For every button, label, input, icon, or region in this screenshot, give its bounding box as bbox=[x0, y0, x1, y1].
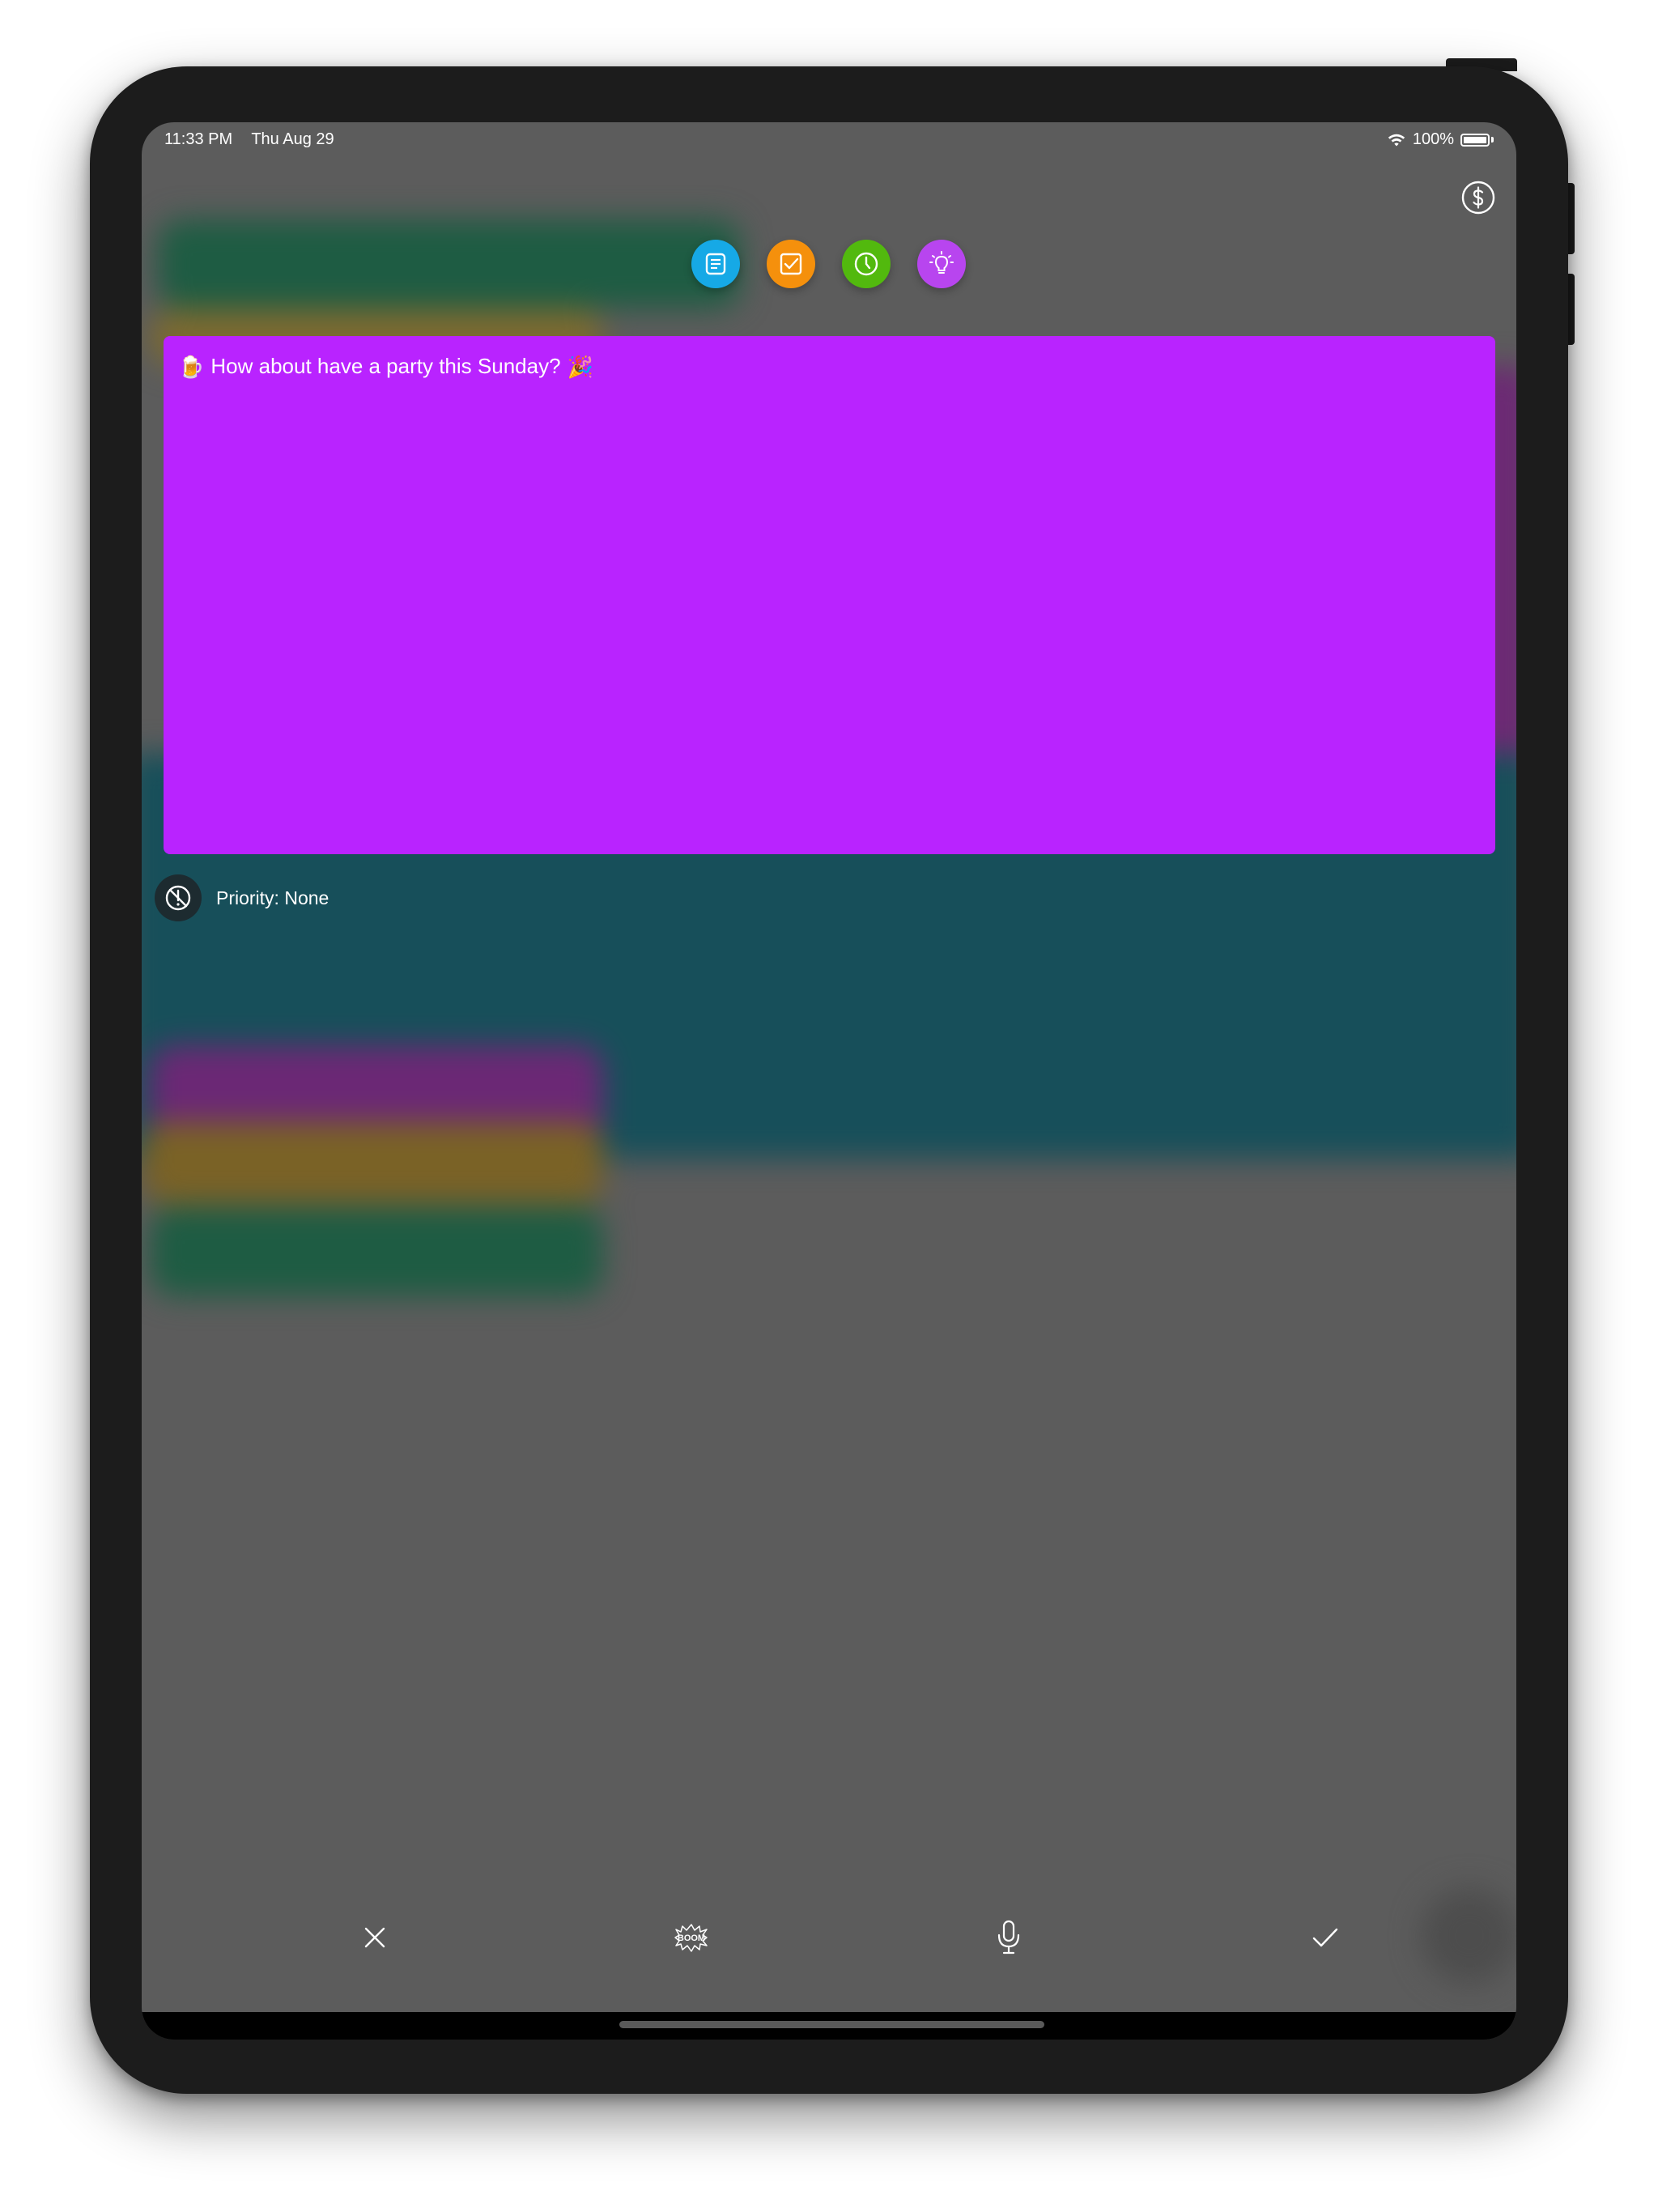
note-editor[interactable]: 🍺 How about have a party this Sunday? 🎉 bbox=[164, 336, 1495, 854]
boom-text: BOOM bbox=[678, 1933, 705, 1943]
priority-label: Priority: None bbox=[216, 887, 329, 908]
wifi-icon bbox=[1388, 134, 1405, 146]
battery-percent: 100% bbox=[1412, 130, 1454, 148]
priority-selector[interactable]: Priority: None bbox=[155, 874, 329, 921]
document-icon[interactable] bbox=[691, 240, 740, 288]
status-bar: 11:33 PM Thu Aug 29 100% bbox=[142, 122, 1516, 174]
note-type-selector bbox=[691, 240, 966, 288]
party-emoji: 🎉 bbox=[567, 354, 593, 379]
clock-icon[interactable] bbox=[842, 240, 891, 288]
battery-icon bbox=[1460, 133, 1490, 147]
priority-none-icon[interactable] bbox=[155, 874, 202, 921]
screen: 11:33 PM Thu Aug 29 100% 🍺 How about hav… bbox=[142, 122, 1516, 2040]
beer-emoji: 🍺 bbox=[178, 354, 205, 379]
home-indicator-area bbox=[142, 2012, 1516, 2040]
status-date: Thu Aug 29 bbox=[251, 130, 334, 148]
checkbox-icon[interactable] bbox=[767, 240, 815, 288]
lightbulb-icon[interactable] bbox=[917, 240, 966, 288]
boom-icon[interactable]: BOOM bbox=[667, 1913, 716, 1962]
note-content: How about have a party this Sunday? bbox=[210, 354, 561, 378]
close-icon[interactable] bbox=[351, 1913, 399, 1962]
status-time: 11:33 PM bbox=[164, 130, 233, 148]
microphone-icon[interactable] bbox=[984, 1913, 1033, 1962]
dollar-circle-icon[interactable] bbox=[1461, 181, 1495, 215]
home-indicator[interactable] bbox=[619, 2021, 1044, 2028]
bottom-toolbar: BOOM bbox=[142, 1913, 1516, 1986]
checkmark-icon[interactable] bbox=[1301, 1913, 1350, 1962]
note-text[interactable]: 🍺 How about have a party this Sunday? 🎉 bbox=[178, 354, 593, 379]
